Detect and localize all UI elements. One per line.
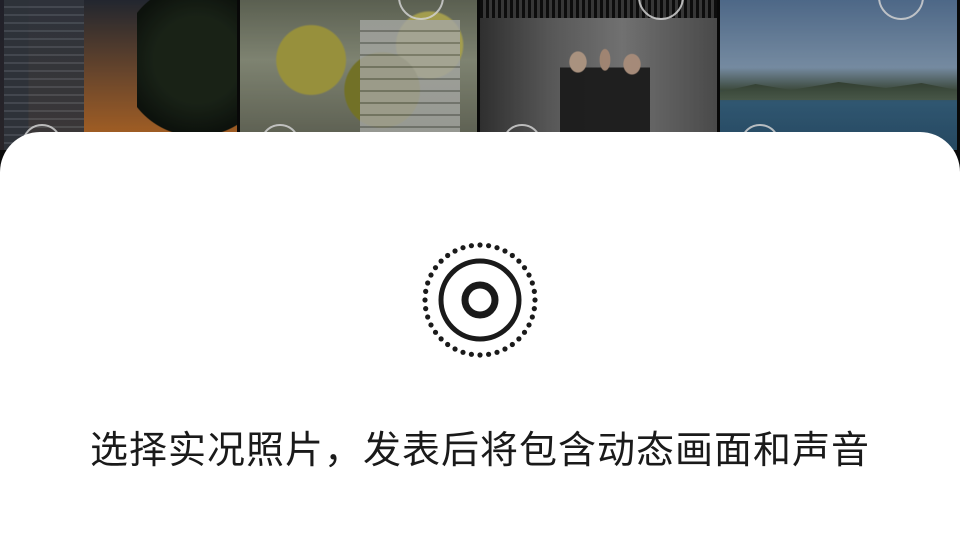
live-icon-dot xyxy=(521,329,528,335)
live-icon-dot xyxy=(516,258,522,264)
live-icon-dot xyxy=(422,297,428,303)
live-icon-dot xyxy=(531,288,537,294)
live-icon-dot xyxy=(432,329,439,335)
live-icon-dot xyxy=(529,280,535,286)
live-icon-dot xyxy=(477,242,483,248)
live-icon-dot xyxy=(460,349,466,355)
live-icon-dot xyxy=(502,248,508,254)
live-photo-message: 选择实况照片，发表后将包含动态画面和声音 xyxy=(89,428,870,472)
live-icon-dot xyxy=(468,243,474,249)
live-icon-dot xyxy=(445,341,451,348)
live-icon-dot xyxy=(438,258,444,264)
live-icon-dot xyxy=(531,306,537,312)
screen: 选择实况照片，发表后将包含动态画面和声音 xyxy=(0,0,960,540)
live-icon-dot xyxy=(532,297,538,303)
live-icon-dot xyxy=(526,322,532,328)
live-icon-dot xyxy=(486,351,492,357)
live-icon-dot xyxy=(445,252,451,259)
live-icon-dot xyxy=(477,352,483,358)
live-icon-dot xyxy=(452,346,458,352)
live-icon-dot xyxy=(425,280,431,286)
live-photo-info-sheet: 选择实况照片，发表后将包含动态画面和声音 xyxy=(0,132,960,540)
live-icon-dot xyxy=(502,346,508,352)
live-icon-dot xyxy=(494,349,500,355)
live-icon-dot xyxy=(486,243,492,249)
live-icon-dot xyxy=(460,245,466,251)
live-icon-dot xyxy=(452,248,458,254)
live-icon-dot xyxy=(521,265,528,271)
live-icon-dot xyxy=(529,314,535,320)
live-icon-dot xyxy=(438,336,444,342)
live-icon-dot xyxy=(428,272,434,278)
live-icon-dot xyxy=(516,336,522,342)
live-icon-dot xyxy=(509,341,515,348)
photo-grid-dim-overlay xyxy=(0,0,960,150)
live-photo-icon xyxy=(422,242,538,358)
live-icon-dot xyxy=(494,245,500,251)
live-icon-dot xyxy=(425,314,431,320)
live-icon-dot xyxy=(526,272,532,278)
live-icon-dot xyxy=(468,351,474,357)
live-icon-dot xyxy=(432,265,439,271)
live-icon-dot xyxy=(423,288,429,294)
live-icon-dot xyxy=(428,322,434,328)
live-icon-dot xyxy=(423,306,429,312)
live-icon-dot xyxy=(509,252,515,259)
